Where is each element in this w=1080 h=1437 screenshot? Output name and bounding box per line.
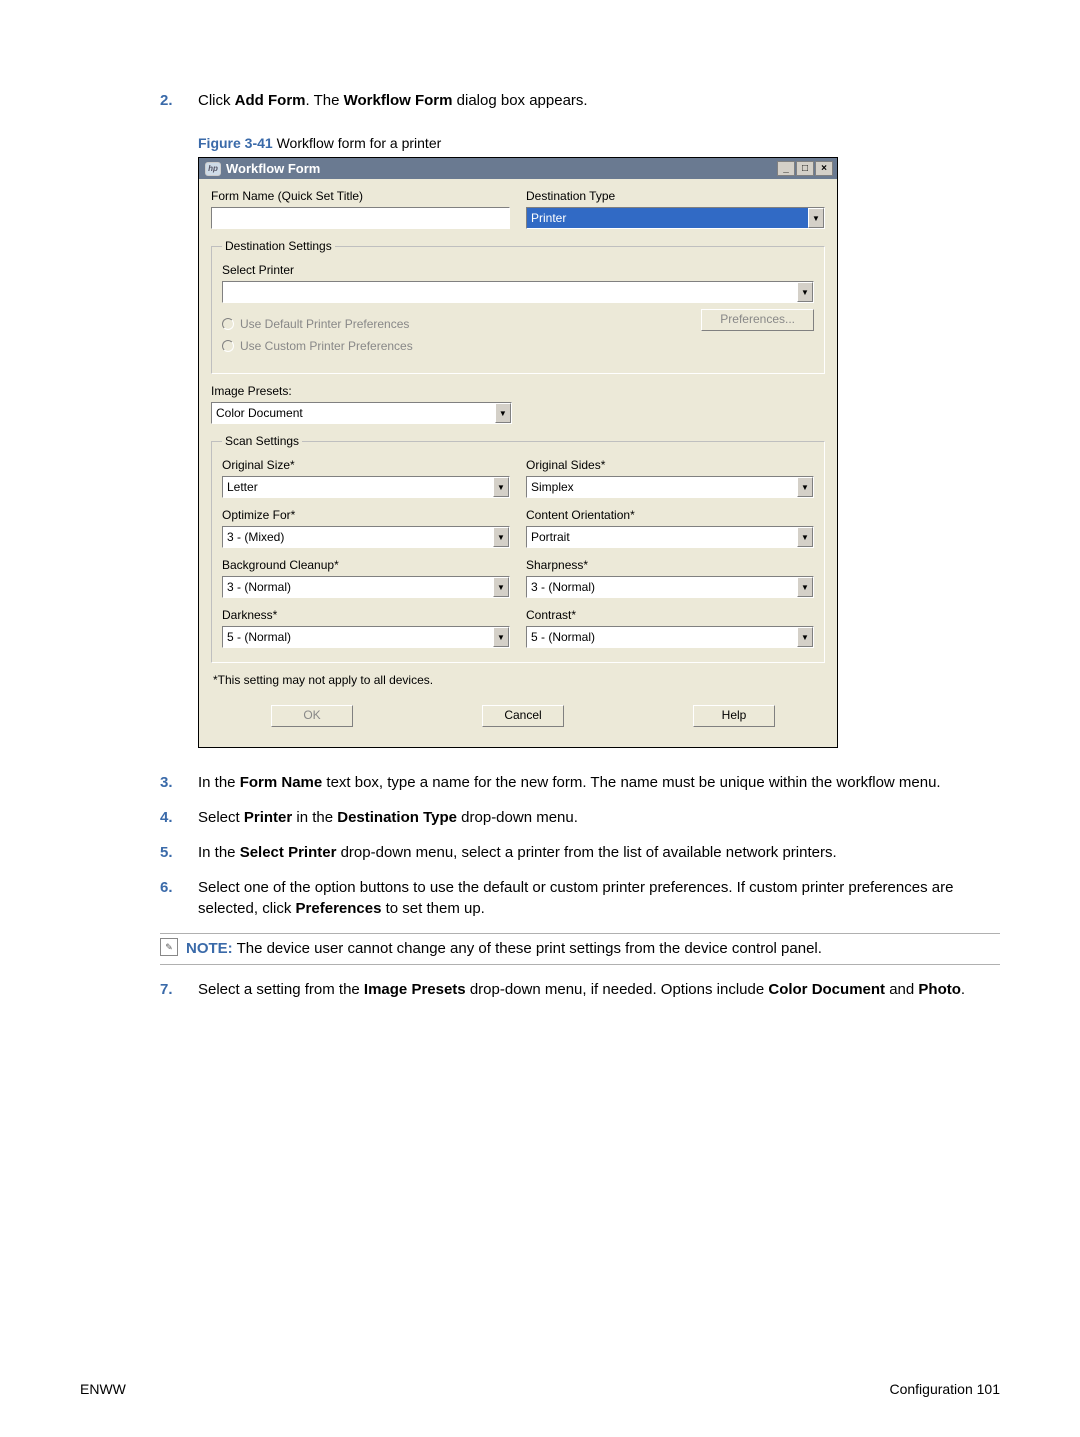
darkness-dropdown[interactable]: 5 - (Normal)	[222, 626, 510, 648]
destination-settings-group: Destination Settings Select Printer ▼ Us…	[211, 239, 825, 374]
chevron-down-icon[interactable]: ▼	[808, 208, 824, 228]
radio-icon	[222, 318, 234, 330]
titlebar[interactable]: hp Workflow Form _ □ ×	[199, 158, 837, 179]
figure-caption: Figure 3-41 Workflow form for a printer	[198, 135, 1000, 151]
page-footer: ENWW Configuration 101	[80, 1381, 1000, 1397]
help-button[interactable]: Help	[693, 705, 775, 727]
original-sides-dropdown[interactable]: Simplex	[526, 476, 814, 498]
chevron-down-icon[interactable]: ▼	[797, 527, 813, 547]
optimize-for-dropdown[interactable]: 3 - (Mixed)	[222, 526, 510, 548]
content-orientation-label: Content Orientation*	[526, 508, 814, 522]
footer-right: Configuration 101	[889, 1381, 1000, 1397]
workflow-form-dialog: hp Workflow Form _ □ × Form Name (Quick …	[198, 157, 838, 748]
original-size-label: Original Size*	[222, 458, 510, 472]
scan-settings-group: Scan Settings Original Size* Letter▼ Ori…	[211, 434, 825, 663]
step-text: Click Add Form. The Workflow Form dialog…	[198, 90, 1000, 111]
chevron-down-icon[interactable]: ▼	[493, 477, 509, 497]
minimize-button[interactable]: _	[777, 161, 795, 176]
step-6: 6. Select one of the option buttons to u…	[160, 877, 1000, 919]
radio-icon	[222, 340, 234, 352]
chevron-down-icon[interactable]: ▼	[797, 282, 813, 302]
step-number: 2.	[160, 90, 198, 111]
optimize-for-label: Optimize For*	[222, 508, 510, 522]
chevron-down-icon[interactable]: ▼	[495, 403, 511, 423]
cancel-button[interactable]: Cancel	[482, 705, 564, 727]
original-size-dropdown[interactable]: Letter	[222, 476, 510, 498]
destination-type-label: Destination Type	[526, 189, 825, 203]
contrast-dropdown[interactable]: 5 - (Normal)	[526, 626, 814, 648]
chevron-down-icon[interactable]: ▼	[797, 627, 813, 647]
radio-default-preferences[interactable]: Use Default Printer Preferences	[222, 317, 644, 331]
chevron-down-icon[interactable]: ▼	[797, 477, 813, 497]
step-5: 5. In the Select Printer drop-down menu,…	[160, 842, 1000, 863]
content-orientation-dropdown[interactable]: Portrait	[526, 526, 814, 548]
step-3: 3. In the Form Name text box, type a nam…	[160, 772, 1000, 793]
darkness-label: Darkness*	[222, 608, 510, 622]
destination-type-dropdown[interactable]: Printer	[526, 207, 825, 229]
chevron-down-icon[interactable]: ▼	[493, 627, 509, 647]
step-7: 7. Select a setting from the Image Prese…	[160, 979, 1000, 1000]
form-name-input[interactable]	[211, 207, 510, 229]
note-icon: ✎	[160, 938, 178, 956]
step-2: 2. Click Add Form. The Workflow Form dia…	[80, 90, 1000, 111]
sharpness-dropdown[interactable]: 3 - (Normal)	[526, 576, 814, 598]
note-callout: ✎ NOTE: The device user cannot change an…	[160, 933, 1000, 965]
preferences-button[interactable]: Preferences...	[701, 309, 814, 331]
chevron-down-icon[interactable]: ▼	[493, 527, 509, 547]
image-presets-label: Image Presets:	[211, 384, 512, 398]
step-4: 4. Select Printer in the Destination Typ…	[160, 807, 1000, 828]
chevron-down-icon[interactable]: ▼	[493, 577, 509, 597]
background-cleanup-dropdown[interactable]: 3 - (Normal)	[222, 576, 510, 598]
scan-settings-legend: Scan Settings	[222, 434, 302, 448]
footnote-text: *This setting may not apply to all devic…	[213, 673, 825, 687]
ok-button[interactable]: OK	[271, 705, 353, 727]
window-title: Workflow Form	[226, 161, 777, 176]
sharpness-label: Sharpness*	[526, 558, 814, 572]
contrast-label: Contrast*	[526, 608, 814, 622]
image-presets-dropdown[interactable]: Color Document	[211, 402, 512, 424]
hp-logo-icon: hp	[205, 162, 221, 176]
chevron-down-icon[interactable]: ▼	[797, 577, 813, 597]
close-button[interactable]: ×	[815, 161, 833, 176]
background-cleanup-label: Background Cleanup*	[222, 558, 510, 572]
form-name-label: Form Name (Quick Set Title)	[211, 189, 510, 203]
footer-left: ENWW	[80, 1381, 126, 1397]
original-sides-label: Original Sides*	[526, 458, 814, 472]
select-printer-label: Select Printer	[222, 263, 814, 277]
select-printer-dropdown[interactable]	[222, 281, 814, 303]
radio-custom-preferences[interactable]: Use Custom Printer Preferences	[222, 339, 644, 353]
maximize-button[interactable]: □	[796, 161, 814, 176]
destination-settings-legend: Destination Settings	[222, 239, 335, 253]
